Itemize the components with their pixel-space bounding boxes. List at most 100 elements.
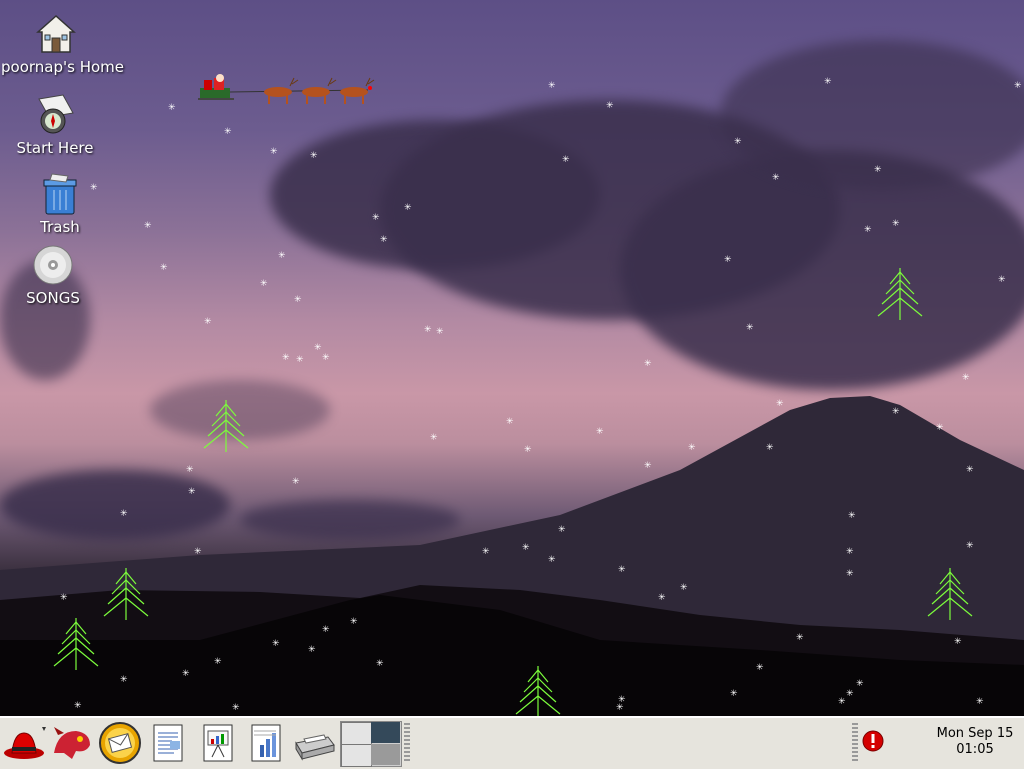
snowflake: ✳ bbox=[998, 275, 1006, 285]
clock-time: 01:05 bbox=[956, 742, 994, 757]
workspace-3[interactable] bbox=[341, 744, 372, 767]
snowflake: ✳ bbox=[376, 659, 384, 669]
print-manager-launcher[interactable] bbox=[292, 721, 336, 765]
snowflake: ✳ bbox=[724, 255, 732, 265]
snowflake: ✳ bbox=[558, 525, 566, 535]
snowflake: ✳ bbox=[824, 77, 832, 87]
snowflake: ✳ bbox=[204, 317, 212, 327]
santa-sleigh-icon bbox=[198, 74, 375, 104]
email-launcher[interactable] bbox=[98, 721, 142, 765]
snowflake: ✳ bbox=[430, 433, 438, 443]
panel-drag-handle[interactable] bbox=[404, 723, 410, 763]
snowflake: ✳ bbox=[186, 465, 194, 475]
snowflake: ✳ bbox=[892, 219, 900, 229]
snowflake: ✳ bbox=[680, 583, 688, 593]
snowflake: ✳ bbox=[322, 625, 330, 635]
workspace-switcher[interactable] bbox=[340, 721, 402, 767]
mozilla-dragon-icon bbox=[54, 727, 90, 759]
snowflake: ✳ bbox=[846, 569, 854, 579]
snowflake: ✳ bbox=[966, 465, 974, 475]
home-folder-icon bbox=[34, 12, 78, 56]
web-browser-launcher[interactable] bbox=[50, 721, 94, 765]
main-menu-button[interactable] bbox=[2, 721, 46, 765]
snowflake: ✳ bbox=[892, 407, 900, 417]
snowflake: ✳ bbox=[562, 155, 570, 165]
snowflake: ✳ bbox=[838, 697, 846, 707]
desktop-background[interactable]: poornap's Home Start Here Trash SONGS ✳ … bbox=[0, 0, 1024, 716]
snowflake: ✳ bbox=[272, 639, 280, 649]
snowflake: ✳ bbox=[214, 657, 222, 667]
snowflake: ✳ bbox=[144, 221, 152, 231]
snowflake: ✳ bbox=[310, 151, 318, 161]
workspace-1[interactable] bbox=[341, 722, 372, 745]
snowflake: ✳ bbox=[874, 165, 882, 175]
desktop-icon-label: Trash bbox=[40, 218, 80, 236]
desktop-icon-label: Start Here bbox=[16, 139, 94, 157]
snowflake: ✳ bbox=[606, 101, 614, 111]
snowflake: ✳ bbox=[1014, 81, 1022, 91]
writer-document-icon bbox=[153, 724, 183, 762]
snowflake: ✳ bbox=[848, 511, 856, 521]
writer-launcher[interactable] bbox=[146, 721, 190, 765]
snowflake: ✳ bbox=[734, 137, 742, 147]
christmas-tree-decoration bbox=[53, 618, 99, 670]
snowflake: ✳ bbox=[424, 325, 432, 335]
panel-drag-handle[interactable] bbox=[852, 723, 858, 763]
calc-spreadsheet-icon bbox=[251, 724, 281, 762]
clock-date: Mon Sep 15 bbox=[936, 726, 1014, 741]
workspace-4[interactable] bbox=[371, 744, 400, 765]
desktop-icon-start-here[interactable]: Start Here bbox=[0, 93, 110, 157]
snowflake: ✳ bbox=[120, 509, 128, 519]
snowflake: ✳ bbox=[644, 359, 652, 369]
printer-icon bbox=[295, 734, 335, 761]
snowflake: ✳ bbox=[846, 547, 854, 557]
snowflake: ✳ bbox=[596, 427, 604, 437]
snowflake: ✳ bbox=[616, 703, 624, 713]
snowflake: ✳ bbox=[746, 323, 754, 333]
snowflake: ✳ bbox=[232, 703, 240, 713]
snowflake: ✳ bbox=[936, 423, 944, 433]
snowflake: ✳ bbox=[160, 263, 168, 273]
desktop-icon-home[interactable]: poornap's Home bbox=[1, 12, 125, 76]
snowflake: ✳ bbox=[658, 593, 666, 603]
snowflake: ✳ bbox=[372, 213, 380, 223]
snowflake: ✳ bbox=[548, 555, 556, 565]
snowflake: ✳ bbox=[182, 669, 190, 679]
snowflake: ✳ bbox=[74, 701, 82, 711]
christmas-tree-decoration bbox=[103, 568, 149, 620]
snowflake: ✳ bbox=[296, 355, 304, 365]
evolution-mail-icon bbox=[99, 722, 141, 764]
snowflake: ✳ bbox=[976, 697, 984, 707]
snowflake: ✳ bbox=[644, 461, 652, 471]
christmas-tree-decoration bbox=[515, 666, 561, 716]
calc-launcher[interactable] bbox=[244, 721, 288, 765]
snowflake: ✳ bbox=[776, 399, 784, 409]
desktop-icon-songs[interactable]: SONGS bbox=[0, 243, 108, 307]
impress-presentation-icon bbox=[203, 724, 233, 762]
snowflake: ✳ bbox=[436, 327, 444, 337]
snowflake: ✳ bbox=[270, 147, 278, 157]
snowflake: ✳ bbox=[962, 373, 970, 383]
impress-launcher[interactable] bbox=[196, 721, 240, 765]
snowflake: ✳ bbox=[796, 633, 804, 643]
panel-clock[interactable]: Mon Sep 15 01:05 bbox=[930, 726, 1020, 758]
snowflake: ✳ bbox=[380, 235, 388, 245]
snowflake: ✳ bbox=[260, 279, 268, 289]
desktop-icon-trash[interactable]: Trash bbox=[5, 172, 115, 236]
snowflake: ✳ bbox=[224, 127, 232, 137]
snowflake: ✳ bbox=[314, 343, 322, 353]
snowflake: ✳ bbox=[278, 251, 286, 261]
desktop-icon-label: poornap's Home bbox=[1, 58, 125, 76]
snowflake: ✳ bbox=[730, 689, 738, 699]
snowflake: ✳ bbox=[168, 103, 176, 113]
snowflake: ✳ bbox=[90, 183, 98, 193]
snowflake: ✳ bbox=[618, 565, 626, 575]
cd-disc-icon bbox=[31, 243, 75, 287]
snowflake: ✳ bbox=[688, 443, 696, 453]
snowflake: ✳ bbox=[548, 81, 556, 91]
error-alert-icon[interactable] bbox=[862, 730, 884, 752]
snowflake: ✳ bbox=[188, 487, 196, 497]
christmas-tree-decoration bbox=[877, 268, 923, 320]
workspace-2[interactable] bbox=[371, 722, 400, 743]
snowflake: ✳ bbox=[194, 547, 202, 557]
